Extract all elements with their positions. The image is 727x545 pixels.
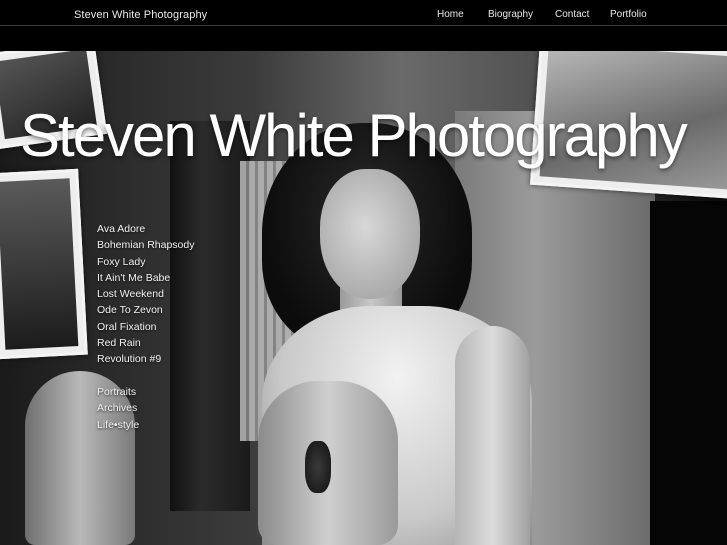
gallery-link-ava-adore[interactable]: Ava Adore: [97, 221, 194, 237]
gallery-link-archives[interactable]: Archives: [97, 400, 194, 416]
nav-home[interactable]: Home: [437, 9, 464, 20]
pinned-photo-card: [0, 168, 88, 360]
gallery-link-foxy-lady[interactable]: Foxy Lady: [97, 254, 194, 270]
hero-title: Steven White Photography: [20, 102, 688, 169]
gallery-menu: Ava Adore Bohemian Rhapsody Foxy Lady It…: [97, 221, 194, 433]
gallery-link-revolution-9[interactable]: Revolution #9: [97, 351, 194, 367]
gallery-link-red-rain[interactable]: Red Rain: [97, 335, 194, 351]
gallery-link-portraits[interactable]: Portraits: [97, 384, 194, 400]
gallery-link-oral-fixation[interactable]: Oral Fixation: [97, 319, 194, 335]
site-title-link[interactable]: Steven White Photography: [74, 9, 207, 21]
gallery-link-lost-weekend[interactable]: Lost Weekend: [97, 286, 194, 302]
hero-photograph: Steven White Photography Ava Adore Bohem…: [0, 51, 727, 545]
model-arm: [455, 326, 530, 545]
ring: [305, 441, 331, 493]
background-shadow: [650, 201, 727, 545]
nav-biography[interactable]: Biography: [488, 9, 533, 20]
gallery-link-bohemian-rhapsody[interactable]: Bohemian Rhapsody: [97, 237, 194, 253]
gallery-link-it-aint-me-babe[interactable]: It Ain't Me Babe: [97, 270, 194, 286]
nav-portfolio[interactable]: Portfolio: [610, 9, 647, 20]
nav-contact[interactable]: Contact: [555, 9, 589, 20]
top-navigation-bar: Steven White Photography Home Biography …: [0, 0, 727, 26]
gallery-link-ode-to-zevon[interactable]: Ode To Zevon: [97, 302, 194, 318]
model-face: [320, 169, 420, 299]
gallery-link-lifestyle[interactable]: Life•style: [97, 417, 194, 433]
menu-spacer: [97, 368, 194, 384]
